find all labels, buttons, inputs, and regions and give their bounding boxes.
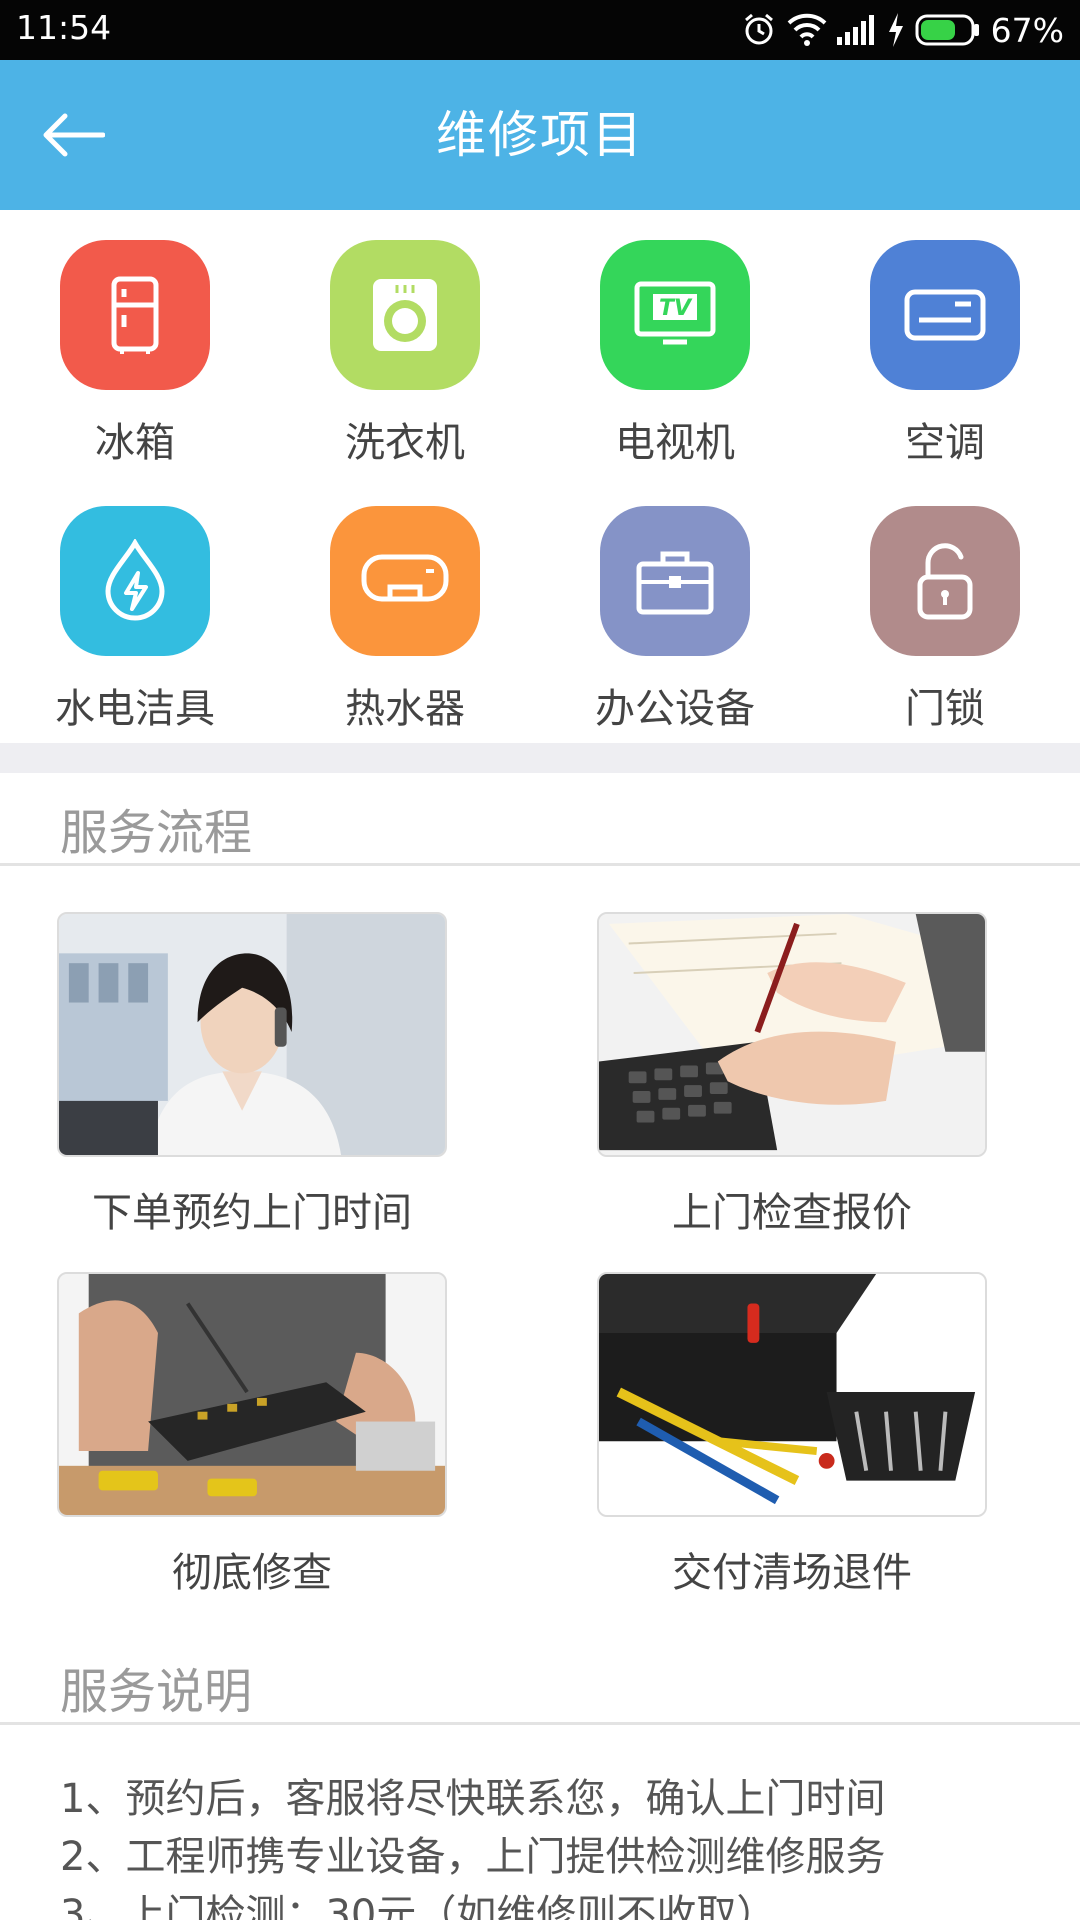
status-time: 11:54 xyxy=(16,8,112,47)
water-heater-icon xyxy=(330,506,480,656)
fridge-icon xyxy=(60,240,210,390)
process-step-repair[interactable]: 彻底修查 xyxy=(57,1272,447,1596)
battery-icon xyxy=(915,14,981,46)
woman-on-phone-photo xyxy=(57,912,447,1157)
category-label: 热水器 xyxy=(345,686,465,732)
process-step-booking[interactable]: 下单预约上门时间 xyxy=(57,912,447,1236)
process-step-label: 彻底修查 xyxy=(172,1550,332,1596)
category-water-heater[interactable]: 热水器 xyxy=(270,476,540,742)
status-icons: 67% xyxy=(741,8,1064,52)
category-label: 门锁 xyxy=(905,686,985,732)
washing-machine-icon xyxy=(330,240,480,390)
toolbox-photo xyxy=(597,1272,987,1517)
page-title: 维修项目 xyxy=(436,106,644,164)
process-step-label: 交付清场退件 xyxy=(672,1550,912,1596)
category-tv[interactable]: TV 电视机 xyxy=(540,210,810,476)
category-door-lock[interactable]: 门锁 xyxy=(810,476,1080,742)
process-section-title: 服务流程 xyxy=(60,805,253,861)
category-label: 电视机 xyxy=(615,420,735,466)
lock-icon xyxy=(870,506,1020,656)
category-fridge[interactable]: 冰箱 xyxy=(0,210,270,476)
description-line: 2、工程师携专业设备，上门提供检测维修服务 xyxy=(60,1834,886,1880)
app-bar: 维修项目 xyxy=(0,60,1080,210)
divider xyxy=(0,1722,1080,1725)
description-list: 1、预约后，客服将尽快联系您，确认上门时间 2、工程师携专业设备，上门提供检测维… xyxy=(60,1770,1040,1920)
category-grid: 冰箱 洗衣机 TV 电视机 空调 水电洁具 热水器 办公设备 门锁 xyxy=(0,210,1080,743)
charging-icon xyxy=(887,13,905,47)
svg-text:TV: TV xyxy=(659,296,693,321)
process-step-delivery[interactable]: 交付清场退件 xyxy=(597,1272,987,1596)
process-step-label: 上门检查报价 xyxy=(672,1190,912,1236)
signal-icon xyxy=(836,15,877,45)
alarm-icon xyxy=(741,12,777,48)
water-electric-icon xyxy=(60,506,210,656)
category-label: 洗衣机 xyxy=(345,420,465,466)
category-water-electric[interactable]: 水电洁具 xyxy=(0,476,270,742)
description-section-title: 服务说明 xyxy=(60,1664,253,1720)
process-step-quote[interactable]: 上门检查报价 xyxy=(597,912,987,1236)
briefcase-icon xyxy=(600,506,750,656)
description-line: 1、预约后，客服将尽快联系您，确认上门时间 xyxy=(60,1776,886,1822)
category-label: 办公设备 xyxy=(595,686,755,732)
process-step-label: 下单预约上门时间 xyxy=(92,1190,412,1236)
wifi-icon xyxy=(787,13,827,47)
tv-icon: TV xyxy=(600,240,750,390)
category-office-equipment[interactable]: 办公设备 xyxy=(540,476,810,742)
technician-repair-photo xyxy=(57,1272,447,1517)
category-washing-machine[interactable]: 洗衣机 xyxy=(270,210,540,476)
battery-percent: 67% xyxy=(990,10,1064,50)
category-air-conditioner[interactable]: 空调 xyxy=(810,210,1080,476)
category-label: 水电洁具 xyxy=(55,686,215,732)
divider xyxy=(0,863,1080,866)
section-separator xyxy=(0,743,1080,773)
category-label: 冰箱 xyxy=(95,420,175,466)
description-line: 3、上门检测：30元（如维修则不收取） xyxy=(60,1892,777,1920)
category-label: 空调 xyxy=(905,420,985,466)
status-bar: 11:54 67% xyxy=(0,0,1080,60)
calculator-writing-photo xyxy=(597,912,987,1157)
air-conditioner-icon xyxy=(870,240,1020,390)
